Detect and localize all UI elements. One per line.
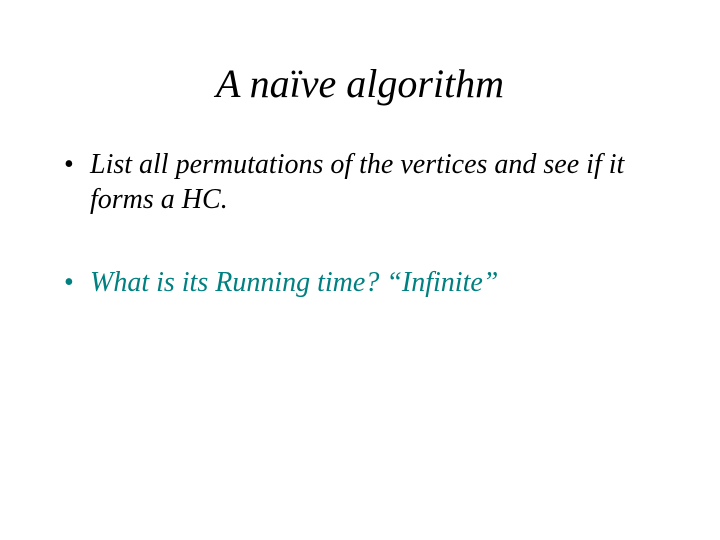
- bullet-text-prefix: What is its Running time?: [90, 267, 386, 298]
- slide-body: List all permutations of the vertices an…: [0, 107, 720, 300]
- slide-title: A naïve algorithm: [0, 0, 720, 107]
- bullet-item: List all permutations of the vertices an…: [60, 147, 660, 217]
- bullet-list: List all permutations of the vertices an…: [60, 147, 660, 300]
- slide: A naïve algorithm List all permutations …: [0, 0, 720, 540]
- bullet-text: List all permutations of the vertices an…: [90, 149, 624, 215]
- bullet-text-answer: “Infinite”: [386, 267, 498, 298]
- bullet-item: What is its Running time? “Infinite”: [60, 265, 660, 300]
